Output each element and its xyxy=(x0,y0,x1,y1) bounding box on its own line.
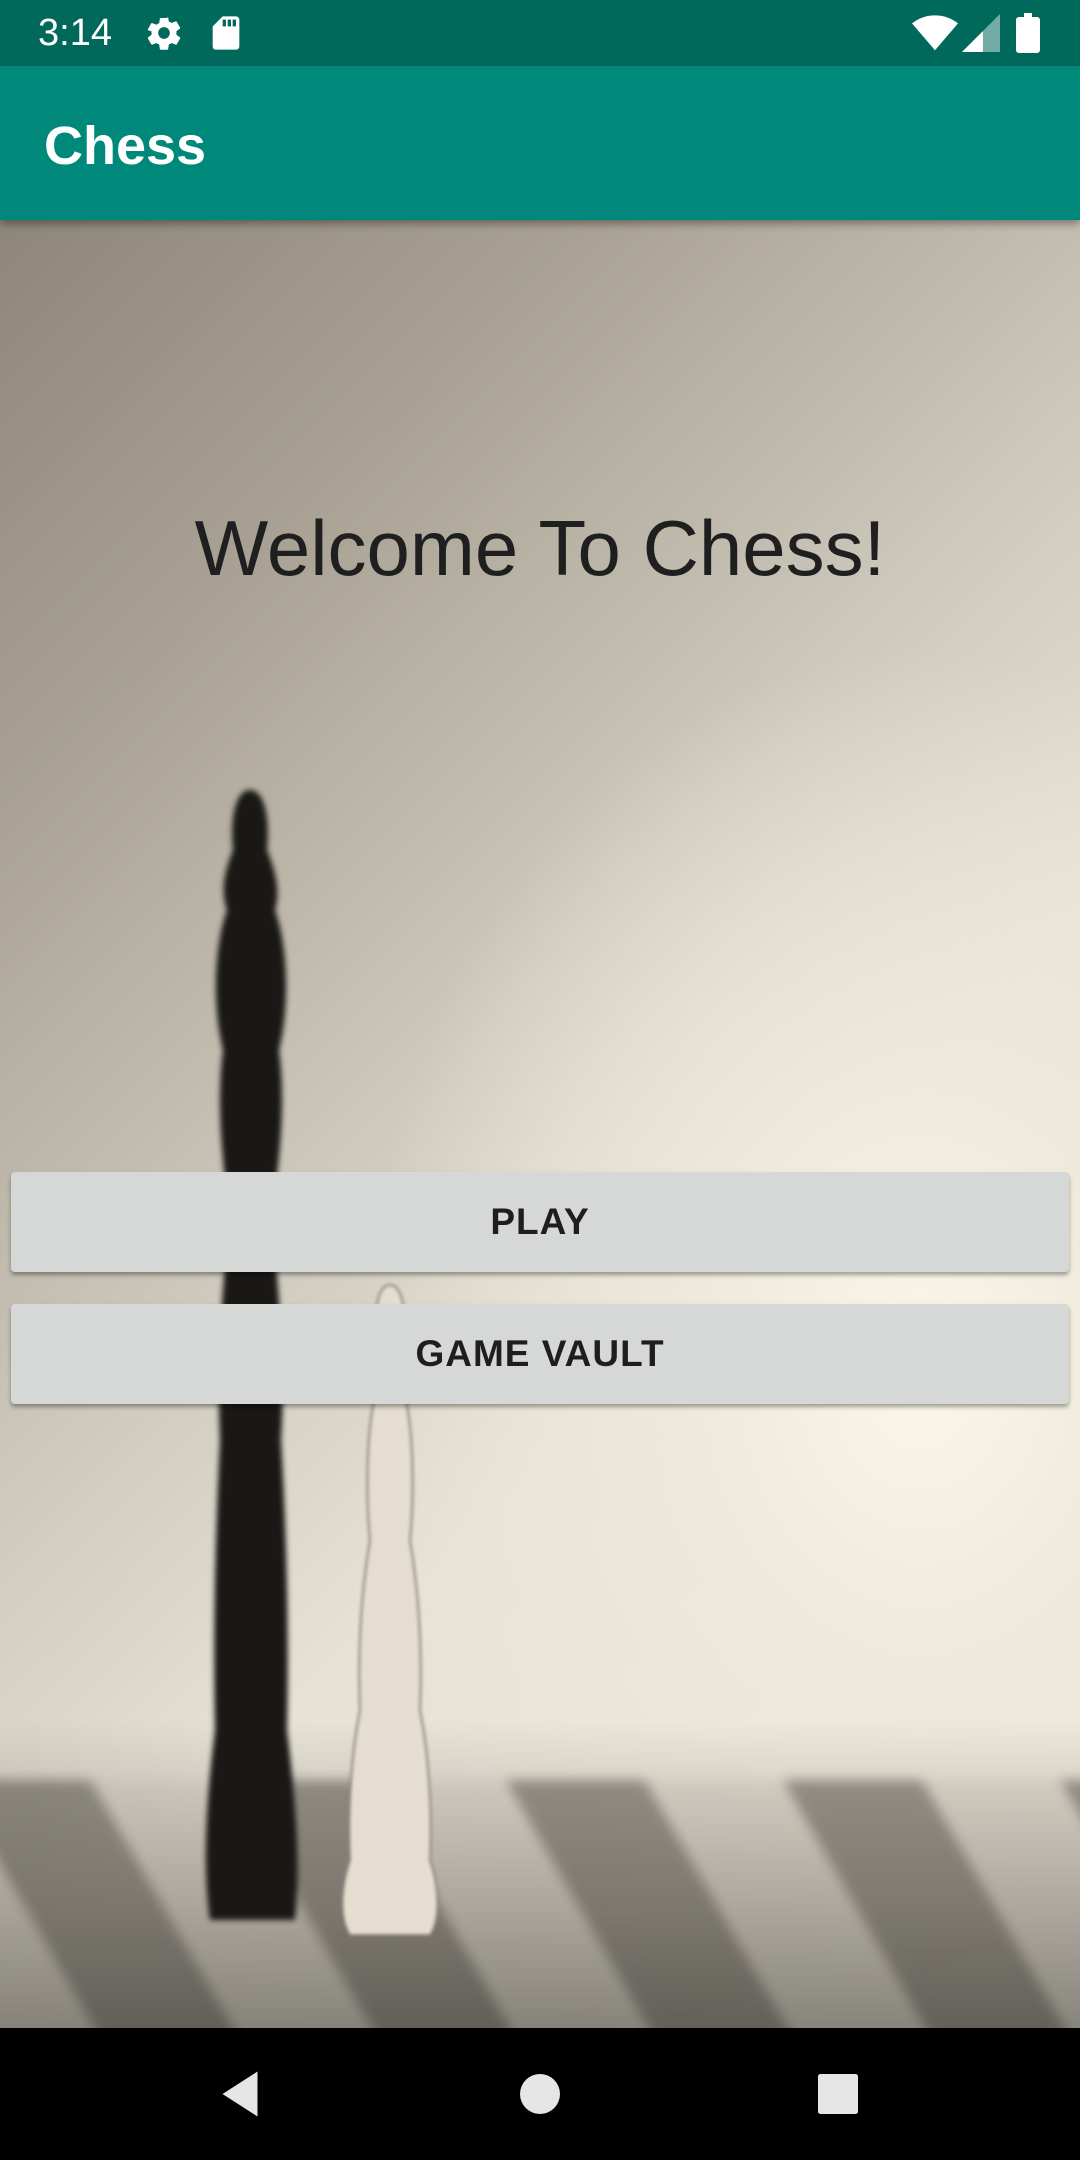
welcome-heading: Welcome To Chess! xyxy=(194,504,886,592)
battery-icon xyxy=(1016,13,1040,53)
navigation-bar xyxy=(0,2028,1080,2160)
signal-icon xyxy=(962,13,1000,53)
sd-card-icon xyxy=(206,13,246,53)
back-icon[interactable] xyxy=(210,2064,270,2124)
recents-icon[interactable] xyxy=(808,2064,868,2124)
screen: 3:14 Chess Welcome To Chess! PLAY GAME V… xyxy=(0,0,1080,2160)
wifi-icon xyxy=(912,13,958,53)
status-bar: 3:14 xyxy=(0,0,1080,66)
home-icon[interactable] xyxy=(510,2064,570,2124)
play-button[interactable]: PLAY xyxy=(11,1172,1069,1272)
game-vault-button[interactable]: GAME VAULT xyxy=(11,1304,1069,1404)
app-bar: Chess xyxy=(0,66,1080,220)
app-title: Chess xyxy=(44,116,207,176)
settings-icon xyxy=(144,13,184,53)
board-shade xyxy=(0,1720,1080,2028)
main-content: Welcome To Chess! PLAY GAME VAULT xyxy=(0,220,1080,2028)
status-time: 3:14 xyxy=(38,12,112,54)
